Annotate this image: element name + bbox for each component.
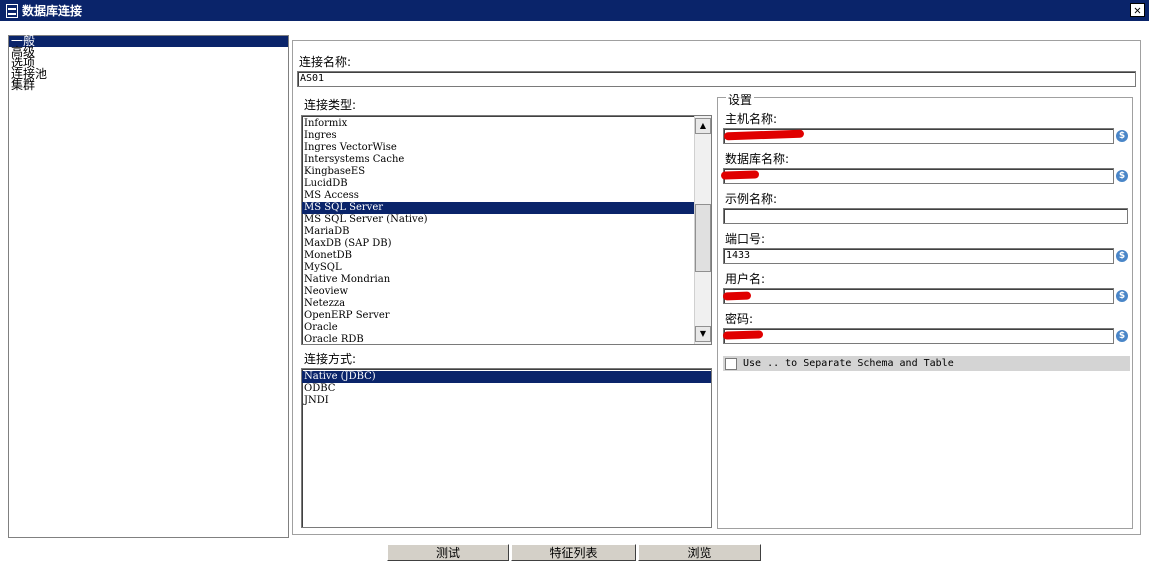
instance-input[interactable] [723, 208, 1128, 224]
username-label: 用户名: [725, 272, 766, 286]
list-item[interactable]: Native Mondrian [302, 274, 694, 286]
password-label: 密码: [725, 312, 754, 326]
list-item[interactable]: MySQL [302, 262, 694, 274]
instance-label: 示例名称: [725, 192, 778, 206]
scrollbar-thumb[interactable] [695, 204, 711, 272]
list-item[interactable]: Native (JDBC) [302, 371, 711, 383]
connection-name-input[interactable]: AS01 [297, 71, 1136, 87]
database-label: 数据库名称: [725, 152, 790, 166]
list-item[interactable]: MS Access [302, 190, 694, 202]
list-item[interactable]: MaxDB (SAP DB) [302, 238, 694, 250]
variable-icon[interactable]: $ [1116, 170, 1128, 182]
list-item[interactable]: Ingres VectorWise [302, 142, 694, 154]
variable-icon[interactable]: $ [1116, 290, 1128, 302]
connection-type-scrollbar[interactable]: ▲ ▼ [694, 116, 711, 344]
list-item[interactable]: ODBC [302, 383, 711, 395]
port-input[interactable]: 1433 [723, 248, 1114, 264]
list-item[interactable]: JNDI [302, 395, 711, 407]
nav-item-options[interactable]: 选项 [9, 57, 288, 69]
window-title: 数据库连接 [22, 4, 83, 18]
database-input[interactable] [723, 168, 1114, 184]
separate-schema-label: Use .. to Separate Schema and Table [743, 358, 954, 369]
variable-icon[interactable]: $ [1116, 330, 1128, 342]
separate-schema-checkbox[interactable] [725, 357, 737, 370]
scroll-up-icon[interactable]: ▲ [695, 118, 711, 134]
nav-item-clustering[interactable]: 集群 [9, 79, 288, 91]
list-item[interactable]: KingbaseES [302, 166, 694, 178]
host-label: 主机名称: [725, 112, 778, 126]
variable-icon[interactable]: $ [1116, 130, 1128, 142]
list-item[interactable]: MS SQL Server [302, 202, 694, 214]
settings-title: 设置 [726, 91, 755, 108]
redaction-mark [720, 170, 760, 180]
port-label: 端口号: [725, 232, 766, 246]
list-item[interactable]: Oracle RDB [302, 334, 694, 344]
close-button[interactable]: ✕ [1130, 3, 1145, 17]
list-item[interactable]: Neoview [302, 286, 694, 298]
connection-type-label: 连接类型: [304, 98, 357, 112]
connection-name-label: 连接名称: [299, 55, 352, 69]
nav-item-pooling[interactable]: 连接池 [9, 68, 288, 80]
window-menu-icon[interactable] [6, 3, 18, 18]
test-button[interactable]: 测试 [387, 544, 509, 561]
list-item[interactable]: OpenERP Server [302, 310, 694, 322]
username-input[interactable] [723, 288, 1114, 304]
redaction-mark [722, 330, 764, 340]
list-item[interactable]: Ingres [302, 130, 694, 142]
list-item[interactable]: LucidDB [302, 178, 694, 190]
nav-item-general[interactable]: 一般 [9, 35, 288, 47]
list-item[interactable]: MariaDB [302, 226, 694, 238]
separate-schema-row: Use .. to Separate Schema and Table [723, 356, 1130, 371]
list-item[interactable]: MS SQL Server (Native) [302, 214, 694, 226]
settings-group: 设置 主机名称: $ 数据库名称: $ 示例名称: 端口号: 1433 $ 用户… [717, 91, 1133, 529]
nav-panel: 一般 高级 选项 连接池 集群 [8, 35, 289, 538]
scroll-down-icon[interactable]: ▼ [695, 326, 711, 342]
password-input[interactable] [723, 328, 1114, 344]
access-method-list[interactable]: Native (JDBC) ODBC JNDI [301, 368, 712, 528]
main-panel: 连接名称: AS01 连接类型: Informix Ingres Ingres Ve… [292, 40, 1141, 535]
feature-list-button[interactable]: 特征列表 [511, 544, 636, 561]
list-item[interactable]: MonetDB [302, 250, 694, 262]
title-bar: 数据库连接 ✕ [0, 0, 1149, 21]
explore-button[interactable]: 浏览 [638, 544, 761, 561]
access-method-label: 连接方式: [304, 352, 357, 366]
list-item[interactable]: Informix [302, 118, 694, 130]
list-item[interactable]: Intersystems Cache [302, 154, 694, 166]
list-item[interactable]: Netezza [302, 298, 694, 310]
nav-item-advanced[interactable]: 高级 [9, 46, 288, 58]
list-item[interactable]: Oracle [302, 322, 694, 334]
connection-type-list[interactable]: Informix Ingres Ingres VectorWise Intersyst… [301, 115, 712, 345]
redaction-mark [722, 291, 752, 301]
variable-icon[interactable]: $ [1116, 250, 1128, 262]
